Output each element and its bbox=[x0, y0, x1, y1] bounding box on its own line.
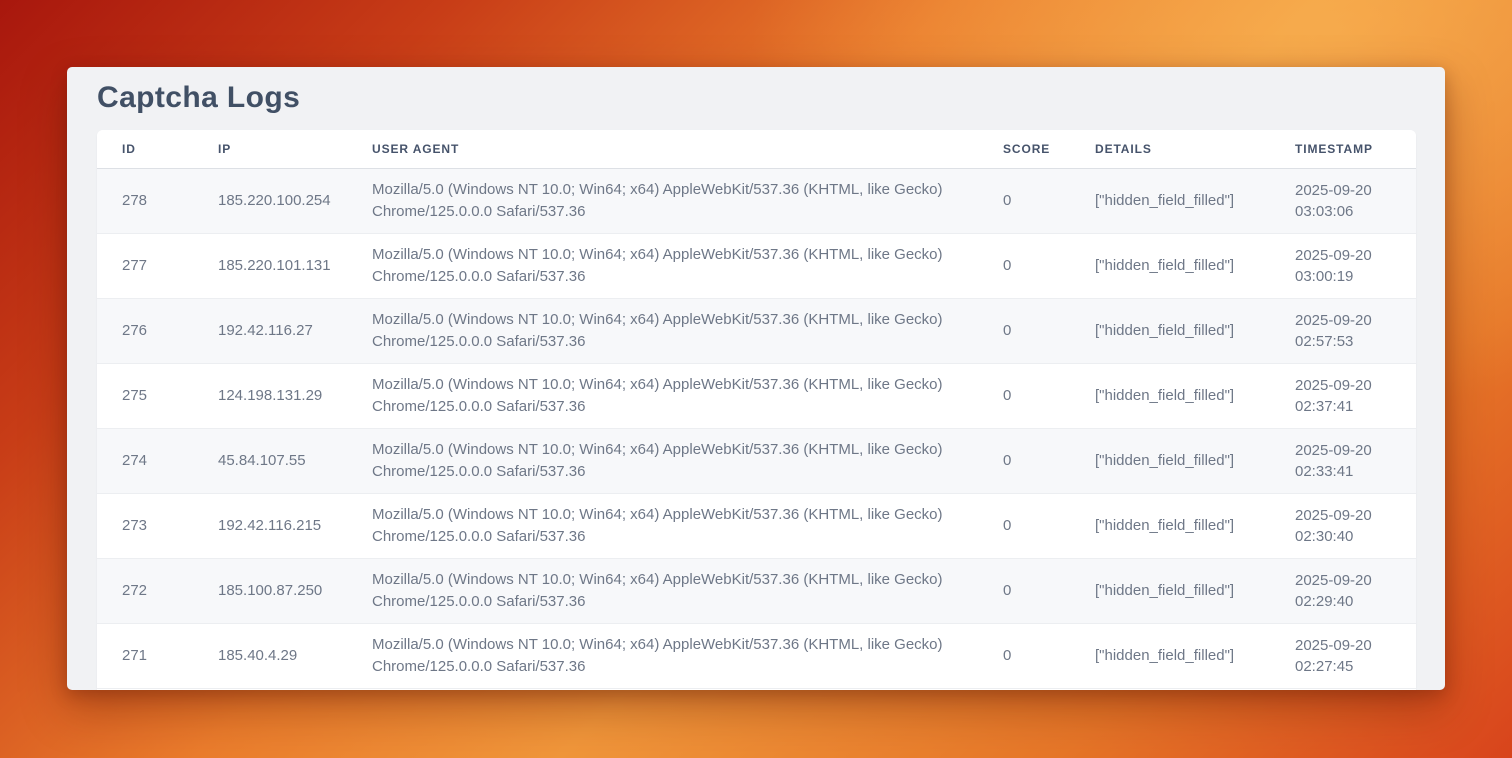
cell-score: 0 bbox=[978, 623, 1070, 688]
cell-timestamp: 2025-09-20 02:57:53 bbox=[1270, 298, 1416, 363]
cell-timestamp: 2025-09-20 02:29:40 bbox=[1270, 558, 1416, 623]
cell-score: 0 bbox=[978, 558, 1070, 623]
cell-id: 276 bbox=[97, 298, 193, 363]
cell-id: 272 bbox=[97, 558, 193, 623]
timestamp-date: 2025-09-20 bbox=[1295, 570, 1403, 591]
cell-user-agent: Mozilla/5.0 (Windows NT 10.0; Win64; x64… bbox=[347, 363, 978, 428]
cell-ip: 192.42.116.27 bbox=[193, 298, 347, 363]
page-title: Captcha Logs bbox=[97, 79, 1416, 116]
table-row: 276 192.42.116.27 Mozilla/5.0 (Windows N… bbox=[97, 298, 1416, 363]
cell-timestamp: 2025-09-20 02:33:41 bbox=[1270, 428, 1416, 493]
captcha-logs-card: Captcha Logs ID IP USER AGENT SCORE DETA… bbox=[67, 67, 1445, 690]
cell-ip: 185.220.100.254 bbox=[193, 168, 347, 233]
cell-id: 275 bbox=[97, 363, 193, 428]
cell-timestamp: 2025-09-20 02:30:40 bbox=[1270, 493, 1416, 558]
table-row: 278 185.220.100.254 Mozilla/5.0 (Windows… bbox=[97, 168, 1416, 233]
cell-timestamp: 2025-09-20 03:00:19 bbox=[1270, 233, 1416, 298]
cell-details: ["hidden_field_filled"] bbox=[1070, 298, 1270, 363]
cell-score: 0 bbox=[978, 233, 1070, 298]
column-header-score: SCORE bbox=[978, 130, 1070, 168]
timestamp-time: 02:30:40 bbox=[1295, 526, 1403, 547]
cell-id: 274 bbox=[97, 428, 193, 493]
cell-timestamp: 2025-09-20 02:27:45 bbox=[1270, 623, 1416, 688]
table-header-row: ID IP USER AGENT SCORE DETAILS TIMESTAMP bbox=[97, 130, 1416, 168]
logs-table: ID IP USER AGENT SCORE DETAILS TIMESTAMP… bbox=[97, 130, 1416, 689]
timestamp-time: 03:00:19 bbox=[1295, 266, 1403, 287]
cell-id: 277 bbox=[97, 233, 193, 298]
timestamp-date: 2025-09-20 bbox=[1295, 375, 1403, 396]
timestamp-date: 2025-09-20 bbox=[1295, 245, 1403, 266]
cell-user-agent: Mozilla/5.0 (Windows NT 10.0; Win64; x64… bbox=[347, 428, 978, 493]
column-header-ip: IP bbox=[193, 130, 347, 168]
cell-details: ["hidden_field_filled"] bbox=[1070, 233, 1270, 298]
table-row: 271 185.40.4.29 Mozilla/5.0 (Windows NT … bbox=[97, 623, 1416, 688]
column-header-details: DETAILS bbox=[1070, 130, 1270, 168]
logs-table-container: ID IP USER AGENT SCORE DETAILS TIMESTAMP… bbox=[97, 130, 1416, 690]
timestamp-time: 02:29:40 bbox=[1295, 591, 1403, 612]
timestamp-date: 2025-09-20 bbox=[1295, 505, 1403, 526]
cell-details: ["hidden_field_filled"] bbox=[1070, 168, 1270, 233]
cell-score: 0 bbox=[978, 298, 1070, 363]
cell-user-agent: Mozilla/5.0 (Windows NT 10.0; Win64; x64… bbox=[347, 168, 978, 233]
table-header: ID IP USER AGENT SCORE DETAILS TIMESTAMP bbox=[97, 130, 1416, 168]
logs-table-body: 278 185.220.100.254 Mozilla/5.0 (Windows… bbox=[97, 168, 1416, 688]
cell-details: ["hidden_field_filled"] bbox=[1070, 363, 1270, 428]
cell-id: 273 bbox=[97, 493, 193, 558]
cell-score: 0 bbox=[978, 493, 1070, 558]
cell-ip: 124.198.131.29 bbox=[193, 363, 347, 428]
cell-ip: 192.42.116.215 bbox=[193, 493, 347, 558]
table-row: 277 185.220.101.131 Mozilla/5.0 (Windows… bbox=[97, 233, 1416, 298]
cell-user-agent: Mozilla/5.0 (Windows NT 10.0; Win64; x64… bbox=[347, 623, 978, 688]
table-row: 272 185.100.87.250 Mozilla/5.0 (Windows … bbox=[97, 558, 1416, 623]
timestamp-date: 2025-09-20 bbox=[1295, 635, 1403, 656]
cell-details: ["hidden_field_filled"] bbox=[1070, 493, 1270, 558]
timestamp-time: 02:37:41 bbox=[1295, 396, 1403, 417]
cell-details: ["hidden_field_filled"] bbox=[1070, 623, 1270, 688]
cell-ip: 185.100.87.250 bbox=[193, 558, 347, 623]
page-background: { "page": { "title": "Captcha Logs" }, "… bbox=[0, 0, 1512, 758]
timestamp-time: 02:27:45 bbox=[1295, 656, 1403, 677]
timestamp-date: 2025-09-20 bbox=[1295, 310, 1403, 331]
cell-timestamp: 2025-09-20 02:37:41 bbox=[1270, 363, 1416, 428]
table-row: 274 45.84.107.55 Mozilla/5.0 (Windows NT… bbox=[97, 428, 1416, 493]
cell-id: 278 bbox=[97, 168, 193, 233]
timestamp-time: 02:33:41 bbox=[1295, 461, 1403, 482]
cell-score: 0 bbox=[978, 168, 1070, 233]
cell-id: 271 bbox=[97, 623, 193, 688]
timestamp-date: 2025-09-20 bbox=[1295, 440, 1403, 461]
table-row: 275 124.198.131.29 Mozilla/5.0 (Windows … bbox=[97, 363, 1416, 428]
cell-details: ["hidden_field_filled"] bbox=[1070, 428, 1270, 493]
cell-score: 0 bbox=[978, 363, 1070, 428]
column-header-user-agent: USER AGENT bbox=[347, 130, 978, 168]
column-header-timestamp: TIMESTAMP bbox=[1270, 130, 1416, 168]
cell-user-agent: Mozilla/5.0 (Windows NT 10.0; Win64; x64… bbox=[347, 493, 978, 558]
table-row: 273 192.42.116.215 Mozilla/5.0 (Windows … bbox=[97, 493, 1416, 558]
cell-user-agent: Mozilla/5.0 (Windows NT 10.0; Win64; x64… bbox=[347, 233, 978, 298]
cell-ip: 45.84.107.55 bbox=[193, 428, 347, 493]
cell-timestamp: 2025-09-20 03:03:06 bbox=[1270, 168, 1416, 233]
column-header-id: ID bbox=[97, 130, 193, 168]
cell-score: 0 bbox=[978, 428, 1070, 493]
cell-user-agent: Mozilla/5.0 (Windows NT 10.0; Win64; x64… bbox=[347, 298, 978, 363]
cell-ip: 185.220.101.131 bbox=[193, 233, 347, 298]
timestamp-date: 2025-09-20 bbox=[1295, 180, 1403, 201]
cell-ip: 185.40.4.29 bbox=[193, 623, 347, 688]
timestamp-time: 03:03:06 bbox=[1295, 201, 1403, 222]
cell-user-agent: Mozilla/5.0 (Windows NT 10.0; Win64; x64… bbox=[347, 558, 978, 623]
timestamp-time: 02:57:53 bbox=[1295, 331, 1403, 352]
cell-details: ["hidden_field_filled"] bbox=[1070, 558, 1270, 623]
